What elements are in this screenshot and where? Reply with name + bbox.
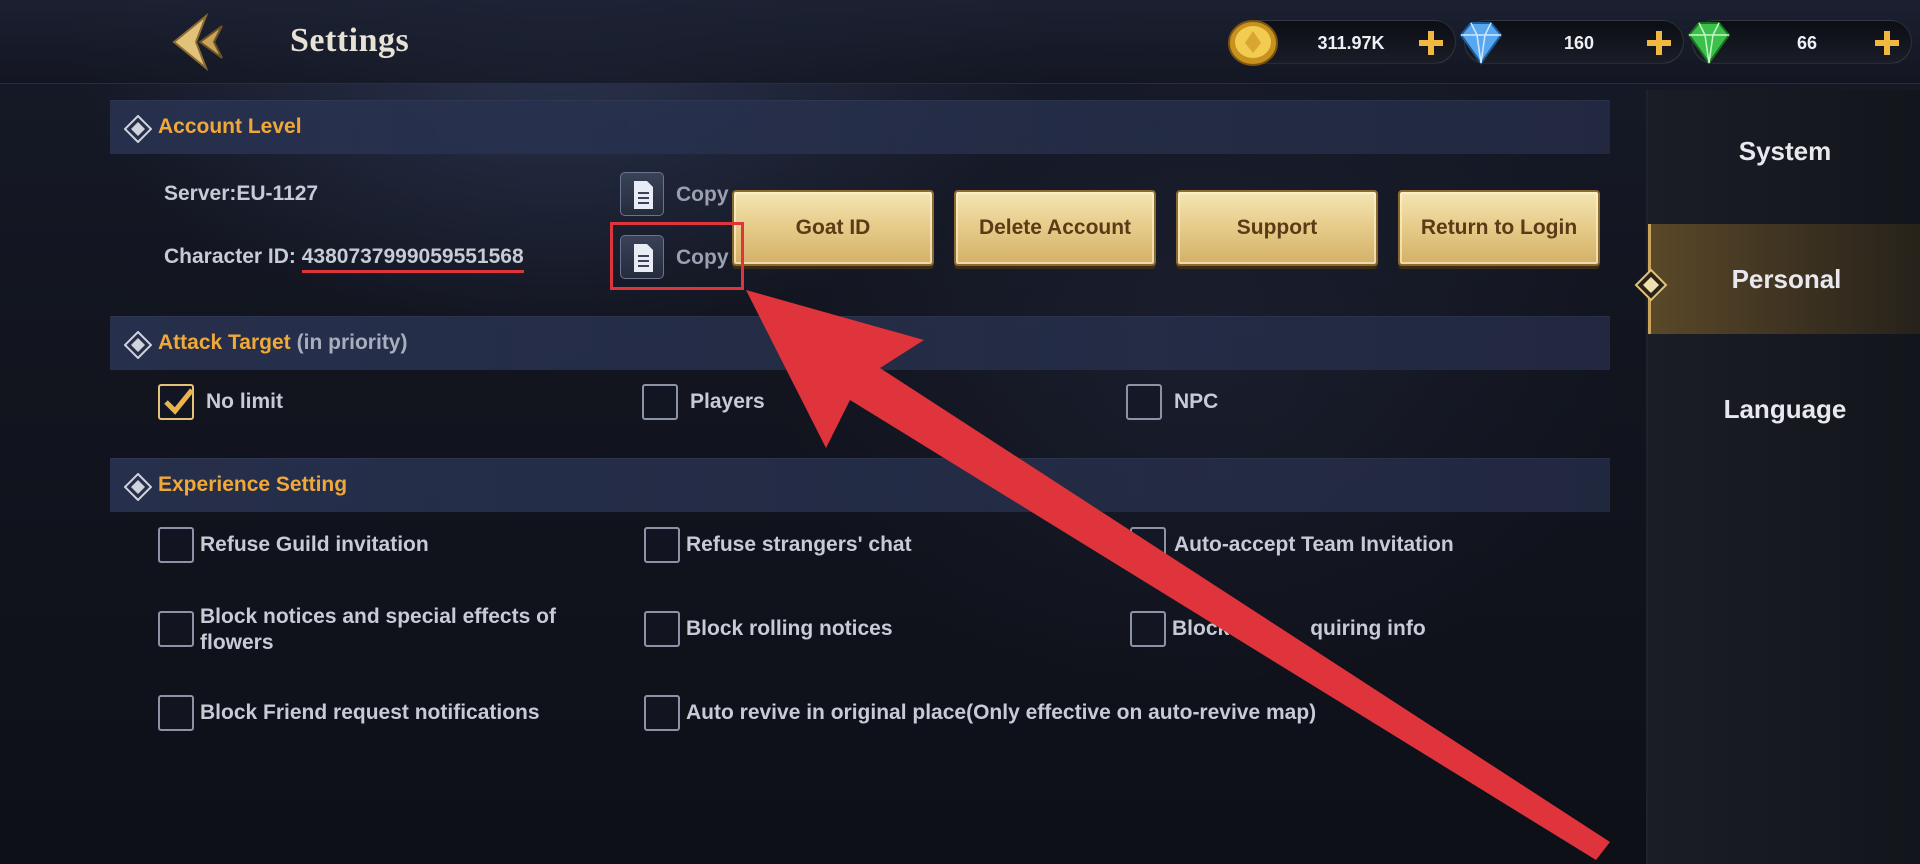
section-diamond-icon	[124, 473, 152, 501]
experience-setting-title: Experience Setting	[158, 473, 348, 496]
refuse-guild-invitation-label: Refuse Guild invitation	[200, 533, 429, 556]
active-tab-pointer-icon	[1634, 268, 1668, 302]
character-id-prefix: Character ID:	[164, 245, 296, 268]
block-flower-notices-line1: Block notices and special effects of	[200, 605, 556, 628]
add-gem-plus-icon[interactable]	[1871, 27, 1903, 59]
experience-setting-header: Experience Setting	[110, 458, 1610, 512]
auto-accept-team-checkbox[interactable]	[1130, 527, 1166, 563]
settings-sidebar: System Personal Language	[1646, 90, 1920, 864]
diamond-amount: 160	[1563, 33, 1595, 53]
blue-diamond-icon	[1451, 13, 1511, 73]
game-settings-screen: Settings 311.97K 160 66 Account Level Se…	[0, 0, 1920, 864]
block-inquiring-info-part-a: Block B	[1172, 617, 1251, 640]
sidebar-item-personal[interactable]: Personal	[1648, 224, 1920, 334]
sidebar-item-label: Personal	[1731, 263, 1842, 294]
goat-id-button[interactable]: Goat ID	[732, 190, 934, 266]
character-id-value: 4380737999059551568	[301, 245, 524, 273]
section-diamond-icon	[124, 115, 152, 143]
gold-amount: 311.97K	[1317, 33, 1385, 53]
block-friend-request-label: Block Friend request notifications	[200, 701, 540, 724]
checkmark-icon	[164, 388, 194, 415]
attack-target-subtitle: (in priority)	[296, 331, 408, 354]
no-limit-label: No limit	[206, 390, 283, 413]
copy-label: Copy	[676, 183, 729, 206]
attack-target-label: Attack Target	[158, 331, 291, 354]
npc-checkbox[interactable]	[1126, 384, 1162, 420]
block-rolling-notices-label: Block rolling notices	[686, 617, 893, 640]
gold-currency: 311.97K	[1228, 20, 1456, 66]
block-flower-notices-label: Block notices and special effects of flo…	[200, 604, 556, 656]
annotation-highlight-box	[610, 222, 744, 290]
block-inquiring-info-checkbox[interactable]	[1130, 611, 1166, 647]
sidebar-item-label: System	[1738, 135, 1832, 166]
character-id-row: Character ID: 4380737999059551568	[164, 245, 524, 273]
gold-coin-icon	[1223, 13, 1283, 73]
block-inquiring-info-part-b: quiring info	[1310, 617, 1426, 640]
top-bar: Settings 311.97K 160 66	[0, 0, 1920, 84]
players-checkbox[interactable]	[642, 384, 678, 420]
support-button[interactable]: Support	[1176, 190, 1378, 266]
attack-target-header: Attack Target (in priority)	[110, 316, 1610, 370]
gem-currency: 66	[1687, 20, 1912, 65]
copy-server-button[interactable]: Copy	[620, 172, 740, 218]
return-to-login-button[interactable]: Return to Login	[1398, 190, 1600, 266]
page-title: Settings	[290, 22, 410, 59]
auto-revive-label: Auto revive in original place(Only effec…	[686, 701, 1317, 724]
block-friend-request-checkbox[interactable]	[158, 695, 194, 731]
no-limit-checkbox[interactable]	[158, 384, 194, 420]
block-flower-notices-line2: flowers	[200, 631, 274, 654]
npc-label: NPC	[1174, 390, 1219, 413]
account-level-title: Account Level	[158, 115, 302, 138]
refuse-strangers-chat-checkbox[interactable]	[644, 527, 680, 563]
document-icon	[620, 172, 664, 216]
sidebar-item-system[interactable]: System	[1648, 96, 1920, 206]
diamond-currency: 160	[1459, 20, 1684, 65]
server-label: Server:EU-1127	[164, 182, 319, 205]
account-level-header: Account Level	[110, 100, 1610, 154]
refuse-strangers-chat-label: Refuse strangers' chat	[686, 533, 912, 556]
players-label: Players	[690, 390, 765, 413]
auto-revive-checkbox[interactable]	[644, 695, 680, 731]
attack-target-title: Attack Target (in priority)	[158, 331, 407, 355]
block-flower-notices-checkbox[interactable]	[158, 611, 194, 647]
block-inquiring-info-label: Block B quiring info	[1172, 617, 1426, 641]
sidebar-item-label: Language	[1723, 393, 1847, 424]
back-arrow-icon[interactable]	[166, 12, 228, 72]
gem-amount: 66	[1796, 33, 1818, 53]
auto-accept-team-label: Auto-accept Team Invitation	[1174, 533, 1454, 556]
delete-account-button[interactable]: Delete Account	[954, 190, 1156, 266]
add-diamond-plus-icon[interactable]	[1643, 27, 1675, 59]
section-diamond-icon	[124, 331, 152, 359]
add-gold-plus-icon[interactable]	[1415, 27, 1447, 59]
sidebar-item-language[interactable]: Language	[1648, 354, 1920, 464]
refuse-guild-invitation-checkbox[interactable]	[158, 527, 194, 563]
block-rolling-notices-checkbox[interactable]	[644, 611, 680, 647]
green-gem-icon	[1679, 13, 1739, 73]
